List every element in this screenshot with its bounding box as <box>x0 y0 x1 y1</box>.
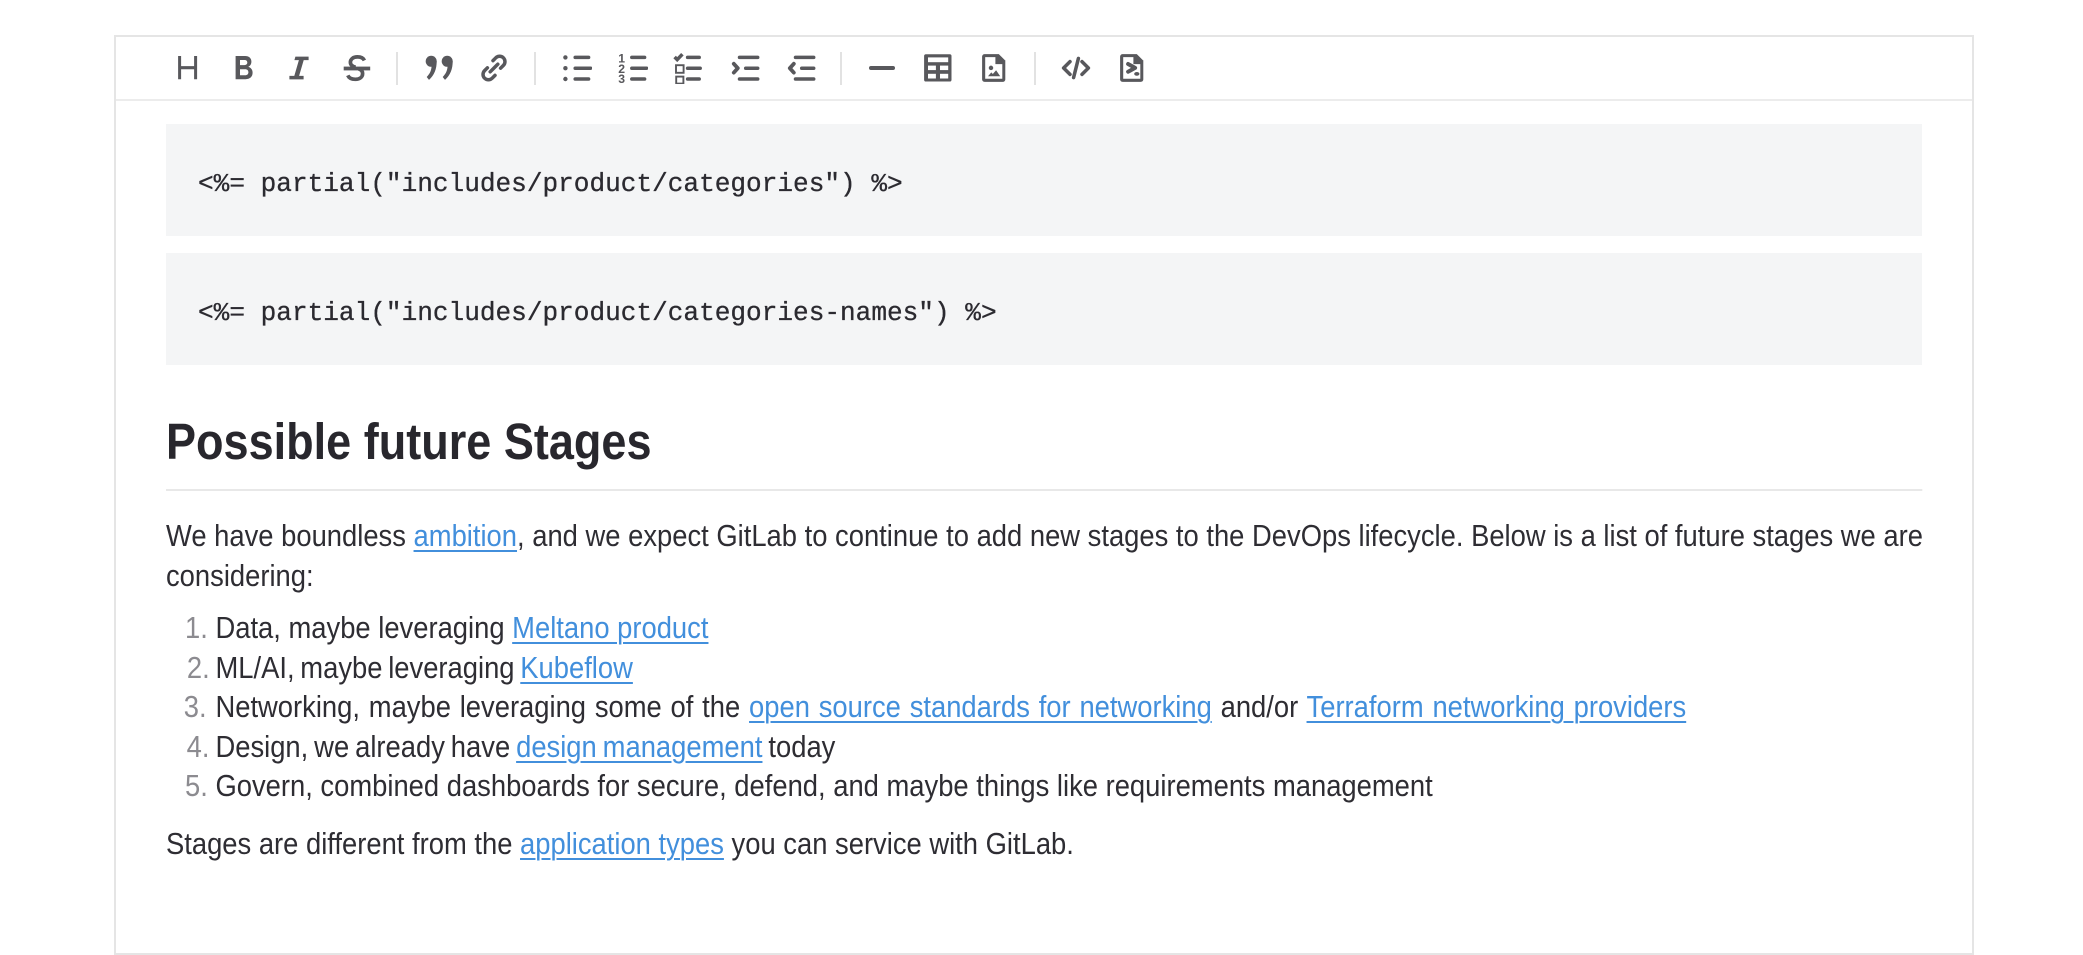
svg-text:3: 3 <box>618 72 625 84</box>
